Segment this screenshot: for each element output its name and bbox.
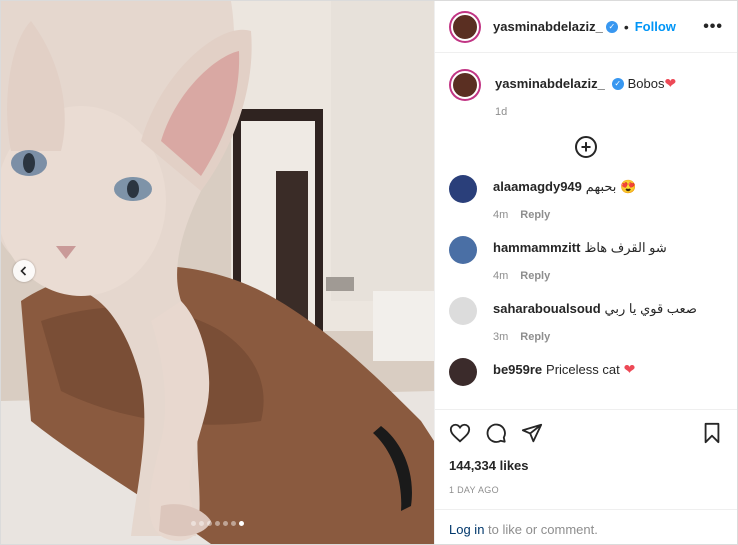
verified-badge-icon: ✓ xyxy=(605,20,618,33)
sphynx-cat-photo xyxy=(1,1,434,544)
comment-item: alaamagdy949 بحبهم 😍 4m Reply xyxy=(449,174,723,221)
comment-time[interactable]: 3m xyxy=(493,331,508,343)
comment-text: بحبهم 😍 xyxy=(585,179,637,194)
comment-username[interactable]: hammammzitt xyxy=(493,240,580,255)
reply-button[interactable]: Reply xyxy=(520,270,550,282)
load-more-comments-button[interactable]: + xyxy=(449,136,723,158)
comment-item: saharaboualsoud صعب قوي يا ربي 3m Reply xyxy=(449,296,723,343)
comments-section[interactable]: yasminabdelaziz_ ✓ Bobos❤ 1d + alaamagdy… xyxy=(435,53,737,409)
plus-circle-icon: + xyxy=(575,136,597,158)
carousel-dot xyxy=(231,521,236,526)
follow-button[interactable]: Follow xyxy=(635,19,676,34)
heart-emoji-icon: ❤ xyxy=(623,361,636,377)
carousel-dot xyxy=(199,521,204,526)
carousel-indicator xyxy=(1,521,434,526)
commenter-avatar[interactable] xyxy=(449,358,477,386)
comment-bubble-icon[interactable] xyxy=(485,422,507,444)
commenter-avatar[interactable] xyxy=(449,236,477,264)
carousel-dot xyxy=(207,521,212,526)
save-bookmark-icon[interactable] xyxy=(701,422,723,444)
post-actions: 144,334 likes 1 DAY AGO Log in to like o… xyxy=(435,409,737,544)
previous-slide-button[interactable] xyxy=(13,260,35,282)
verified-badge-icon: ✓ xyxy=(611,78,624,91)
share-paper-plane-icon[interactable] xyxy=(521,422,543,444)
instagram-post: yasminabdelaziz_ ✓ • Follow ••• yasminab… xyxy=(0,0,738,545)
carousel-dot xyxy=(191,521,196,526)
comment-text: شو القرف هاظ xyxy=(584,240,667,255)
more-options-icon[interactable]: ••• xyxy=(703,18,723,36)
post-caption: yasminabdelaziz_ ✓ Bobos❤ 1d xyxy=(449,69,723,118)
comment-item: be959re Priceless cat ❤ xyxy=(449,357,723,386)
comment-text: صعب قوي يا ربي xyxy=(604,301,697,316)
author-avatar[interactable] xyxy=(449,10,481,43)
author-username[interactable]: yasminabdelaziz_ xyxy=(493,19,603,34)
separator-dot: • xyxy=(623,18,629,35)
caption-username[interactable]: yasminabdelaziz_ xyxy=(495,76,605,91)
carousel-dot-active xyxy=(239,521,244,526)
caption-text: Bobos xyxy=(627,76,665,91)
comment-username[interactable]: saharaboualsoud xyxy=(493,301,601,316)
login-link[interactable]: Log in xyxy=(449,522,484,537)
like-count[interactable]: 144,334 likes xyxy=(449,458,723,473)
comment-time[interactable]: 4m xyxy=(493,270,508,282)
reply-button[interactable]: Reply xyxy=(520,209,550,221)
commenter-avatar[interactable] xyxy=(449,297,477,325)
author-avatar[interactable] xyxy=(449,69,481,101)
commenter-avatar[interactable] xyxy=(449,175,477,203)
login-prompt: Log in to like or comment. xyxy=(435,509,737,537)
comment-item: hammammzitt شو القرف هاظ 4m Reply xyxy=(449,235,723,282)
comment-time[interactable]: 4m xyxy=(493,209,508,221)
comment-text: Priceless cat xyxy=(546,362,620,377)
comment-username[interactable]: alaamagdy949 xyxy=(493,179,582,194)
reply-button[interactable]: Reply xyxy=(520,331,550,343)
post-header: yasminabdelaziz_ ✓ • Follow ••• xyxy=(435,1,737,53)
post-sidebar: yasminabdelaziz_ ✓ • Follow ••• yasminab… xyxy=(434,1,737,544)
like-heart-icon[interactable] xyxy=(449,422,471,444)
caption-time[interactable]: 1d xyxy=(495,106,676,118)
post-date[interactable]: 1 DAY AGO xyxy=(449,485,723,495)
login-prompt-text: to like or comment. xyxy=(488,522,598,537)
heart-emoji-icon: ❤ xyxy=(664,75,677,91)
carousel-dot xyxy=(215,521,220,526)
post-media[interactable] xyxy=(1,1,434,544)
carousel-dot xyxy=(223,521,228,526)
comment-username[interactable]: be959re xyxy=(493,362,542,377)
chevron-left-icon xyxy=(20,266,27,276)
